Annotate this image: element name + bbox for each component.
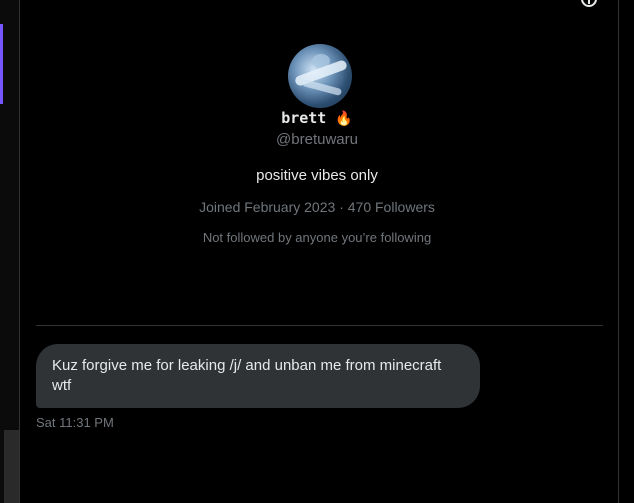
profile-meta: Joined February 2023 · 470 Followers — [0, 199, 634, 215]
user-handle[interactable]: @bretuwaru — [0, 131, 634, 148]
meta-separator: · — [339, 199, 344, 215]
active-indicator — [0, 24, 3, 104]
message-bubble[interactable]: Kuz forgive me for leaking /j/ and unban… — [36, 344, 480, 408]
message-timestamp: Sat 11:31 PM — [36, 415, 114, 430]
left-rail — [0, 0, 20, 503]
display-name-text: brett — [281, 109, 327, 127]
followers-count[interactable]: 470 Followers — [348, 199, 435, 215]
fire-emoji-icon: 🔥 — [335, 111, 353, 127]
mutuals-note: Not followed by anyone you’re following — [202, 230, 432, 245]
profile-bio: positive vibes only — [256, 167, 378, 184]
panel-border — [618, 0, 619, 503]
scrollbar-thumb[interactable] — [4, 430, 19, 503]
joined-date: Joined February 2023 — [199, 199, 336, 215]
avatar[interactable] — [288, 44, 352, 108]
display-name[interactable]: brett 🔥 — [0, 109, 634, 127]
divider — [36, 325, 603, 326]
info-icon[interactable] — [581, 0, 597, 7]
